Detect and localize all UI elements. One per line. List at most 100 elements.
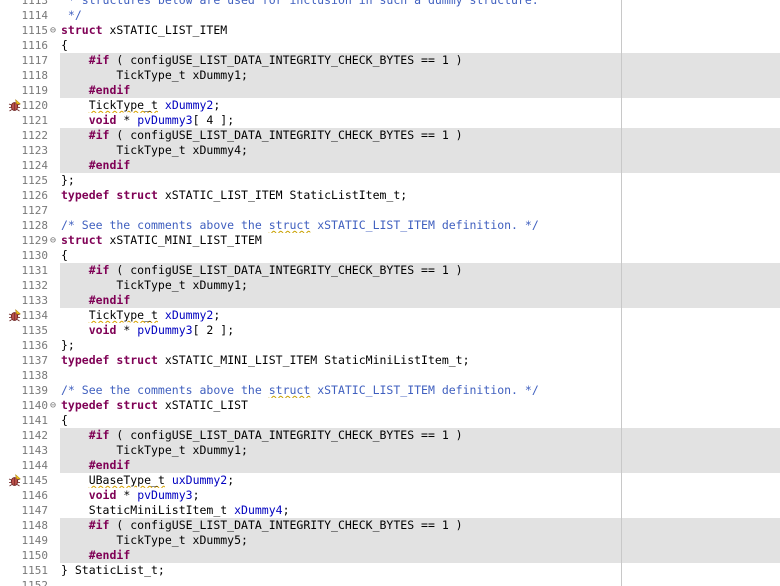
code-text[interactable]: #endif	[60, 458, 780, 473]
code-text[interactable]: /* See the comments above the struct xST…	[60, 383, 780, 398]
code-line[interactable]: 1133 #endif	[0, 293, 780, 308]
code-text[interactable]: };	[60, 338, 780, 353]
code-text[interactable]: {	[60, 413, 780, 428]
code-text[interactable]: UBaseType_t uxDummy2;	[60, 473, 780, 488]
code-line[interactable]: 1113 * structures below are used for inc…	[0, 0, 780, 8]
code-line[interactable]: 1125};	[0, 173, 780, 188]
code-line[interactable]: 1134 TickType_t xDummy2;	[0, 308, 780, 323]
line-gutter[interactable]: 1134	[0, 308, 60, 323]
line-gutter[interactable]: 1145	[0, 473, 60, 488]
line-gutter[interactable]: 1126	[0, 188, 60, 203]
code-text[interactable]: #endif	[60, 158, 780, 173]
line-gutter[interactable]: 1137	[0, 353, 60, 368]
line-gutter[interactable]: 1133	[0, 293, 60, 308]
code-line[interactable]: 1116 {	[0, 38, 780, 53]
line-gutter[interactable]: 1148	[0, 518, 60, 533]
code-line[interactable]: 1138	[0, 368, 780, 383]
code-line[interactable]: 1115 ⊖ struct xSTATIC_LIST_ITEM	[0, 23, 780, 38]
code-text[interactable]	[60, 368, 780, 383]
code-line[interactable]: 1120 TickType_t xDummy2;	[0, 98, 780, 113]
line-gutter[interactable]: 1147	[0, 503, 60, 518]
code-line[interactable]: 1126 typedef struct xSTATIC_LIST_ITEM Sta…	[0, 188, 780, 203]
code-text[interactable]: typedef struct xSTATIC_MINI_LIST_ITEM St…	[60, 353, 780, 368]
code-text[interactable]: TickType_t xDummy2;	[60, 98, 780, 113]
line-gutter[interactable]: 1127	[0, 203, 60, 218]
code-text[interactable]: void * pvDummy3;	[60, 488, 780, 503]
code-text[interactable]: struct xSTATIC_MINI_LIST_ITEM	[60, 233, 780, 248]
code-text[interactable]: #endif	[60, 83, 780, 98]
code-line[interactable]: 1141 {	[0, 413, 780, 428]
line-gutter[interactable]: 1125	[0, 173, 60, 188]
code-text[interactable]: #endif	[60, 548, 780, 563]
line-gutter[interactable]: 1139	[0, 383, 60, 398]
line-gutter[interactable]: 1117	[0, 53, 60, 68]
line-gutter[interactable]: 1151	[0, 563, 60, 578]
code-text[interactable]: TickType_t xDummy4;	[60, 143, 780, 158]
line-gutter[interactable]: 1149	[0, 533, 60, 548]
line-gutter[interactable]: 1138	[0, 368, 60, 383]
line-gutter[interactable]: 1115 ⊖	[0, 23, 60, 38]
code-text[interactable]: StaticMiniListItem_t xDummy4;	[60, 503, 780, 518]
code-line[interactable]: 1124 #endif	[0, 158, 780, 173]
code-line[interactable]: 1140 ⊖ typedef struct xSTATIC_LIST	[0, 398, 780, 413]
code-line[interactable]: 1127	[0, 203, 780, 218]
code-text[interactable]: TickType_t xDummy5;	[60, 533, 780, 548]
line-gutter[interactable]: 1128	[0, 218, 60, 233]
code-text[interactable]: TickType_t xDummy2;	[60, 308, 780, 323]
code-line[interactable]: 1147 StaticMiniListItem_t xDummy4;	[0, 503, 780, 518]
code-text[interactable]: */	[60, 8, 780, 23]
code-text[interactable]	[60, 203, 780, 218]
code-text[interactable]: #if ( configUSE_LIST_DATA_INTEGRITY_CHEC…	[60, 263, 780, 278]
code-line[interactable]: 1129 ⊖ struct xSTATIC_MINI_LIST_ITEM	[0, 233, 780, 248]
code-line[interactable]: 1136};	[0, 338, 780, 353]
line-gutter[interactable]: 1116	[0, 38, 60, 53]
line-gutter[interactable]: 1141	[0, 413, 60, 428]
code-line[interactable]: 1142 #if ( configUSE_LIST_DATA_INTEGRITY…	[0, 428, 780, 443]
code-line[interactable]: 1123 TickType_t xDummy4;	[0, 143, 780, 158]
code-text[interactable]: /* See the comments above the struct xST…	[60, 218, 780, 233]
line-gutter[interactable]: 1113	[0, 0, 60, 8]
code-text[interactable]: #if ( configUSE_LIST_DATA_INTEGRITY_CHEC…	[60, 128, 780, 143]
code-text[interactable]: TickType_t xDummy1;	[60, 68, 780, 83]
code-line[interactable]: 1139 /* See the comments above the struct…	[0, 383, 780, 398]
line-gutter[interactable]: 1146	[0, 488, 60, 503]
line-gutter[interactable]: 1140 ⊖	[0, 398, 60, 413]
line-gutter[interactable]: 1150	[0, 548, 60, 563]
line-gutter[interactable]: 1118	[0, 68, 60, 83]
line-gutter[interactable]: 1124	[0, 158, 60, 173]
code-text[interactable]: TickType_t xDummy1;	[60, 443, 780, 458]
line-gutter[interactable]: 1114	[0, 8, 60, 23]
line-gutter[interactable]: 1143	[0, 443, 60, 458]
code-text[interactable]: #endif	[60, 293, 780, 308]
code-text[interactable]: * structures below are used for inclusio…	[60, 0, 780, 8]
code-text[interactable]: };	[60, 173, 780, 188]
code-line[interactable]: 1151} StaticList_t;	[0, 563, 780, 578]
code-text[interactable]: #if ( configUSE_LIST_DATA_INTEGRITY_CHEC…	[60, 428, 780, 443]
line-gutter[interactable]: 1142	[0, 428, 60, 443]
code-text[interactable]: } StaticList_t;	[60, 563, 780, 578]
line-gutter[interactable]: 1132	[0, 278, 60, 293]
code-line[interactable]: 1150 #endif	[0, 548, 780, 563]
code-line[interactable]: 1131 #if ( configUSE_LIST_DATA_INTEGRITY…	[0, 263, 780, 278]
fold-collapse-icon[interactable]: ⊖	[50, 233, 60, 248]
code-line[interactable]: 1148 #if ( configUSE_LIST_DATA_INTEGRITY…	[0, 518, 780, 533]
code-text[interactable]: struct xSTATIC_LIST_ITEM	[60, 23, 780, 38]
code-line[interactable]: 1152	[0, 578, 780, 586]
code-text[interactable]: void * pvDummy3[ 4 ];	[60, 113, 780, 128]
code-text[interactable]: TickType_t xDummy1;	[60, 278, 780, 293]
line-gutter[interactable]: 1136	[0, 338, 60, 353]
code-line[interactable]: 1118 TickType_t xDummy1;	[0, 68, 780, 83]
line-gutter[interactable]: 1144	[0, 458, 60, 473]
code-line[interactable]: 1149 TickType_t xDummy5;	[0, 533, 780, 548]
code-line[interactable]: 1119 #endif	[0, 83, 780, 98]
fold-collapse-icon[interactable]: ⊖	[50, 398, 60, 413]
code-text[interactable]: {	[60, 38, 780, 53]
code-text[interactable]	[60, 578, 780, 586]
code-line[interactable]: 1146 void * pvDummy3;	[0, 488, 780, 503]
line-gutter[interactable]: 1131	[0, 263, 60, 278]
code-line[interactable]: 1143 TickType_t xDummy1;	[0, 443, 780, 458]
line-gutter[interactable]: 1120	[0, 98, 60, 113]
code-line[interactable]: 1122 #if ( configUSE_LIST_DATA_INTEGRITY…	[0, 128, 780, 143]
code-line[interactable]: 1137 typedef struct xSTATIC_MINI_LIST_ITE…	[0, 353, 780, 368]
line-gutter[interactable]: 1123	[0, 143, 60, 158]
